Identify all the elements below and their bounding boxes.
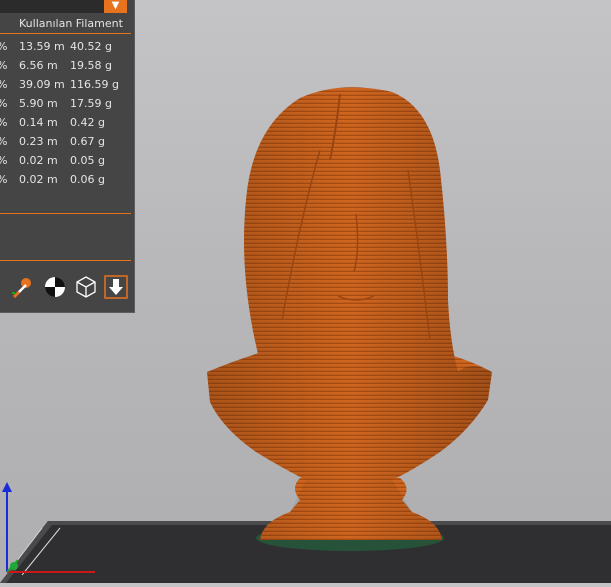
export-icon[interactable] (104, 275, 128, 299)
filament-row: % 13.59 m 40.52 g (0, 40, 112, 53)
filament-row: % 0.23 m 0.67 g (0, 135, 105, 148)
section-divider (0, 213, 131, 214)
section-divider (0, 260, 131, 261)
filament-row: % 0.02 m 0.05 g (0, 154, 105, 167)
filament-usage-panel: ▼ Kullanılan Filament % 13.59 m 40.52 g … (0, 0, 135, 313)
seam-painting-icon[interactable] (43, 275, 67, 299)
cube-view-icon[interactable] (74, 275, 98, 299)
paint-tool-icon[interactable] (12, 275, 36, 299)
filament-row: % 0.02 m 0.06 g (0, 173, 105, 186)
panel-top-bar (0, 0, 104, 13)
header-divider (0, 33, 131, 34)
used-filament-header: Kullanılan Filament (19, 17, 123, 30)
filament-row: % 5.90 m 17.59 g (0, 97, 112, 110)
filament-row: % 39.09 m 116.59 g (0, 78, 119, 91)
bust-model (207, 87, 492, 551)
filament-row: % 6.56 m 19.58 g (0, 59, 112, 72)
dropdown-arrow-icon: ▼ (111, 0, 120, 11)
view-toolbar (0, 275, 131, 303)
filament-row: % 0.14 m 0.42 g (0, 116, 105, 129)
view-type-dropdown[interactable]: ▼ (104, 0, 127, 13)
